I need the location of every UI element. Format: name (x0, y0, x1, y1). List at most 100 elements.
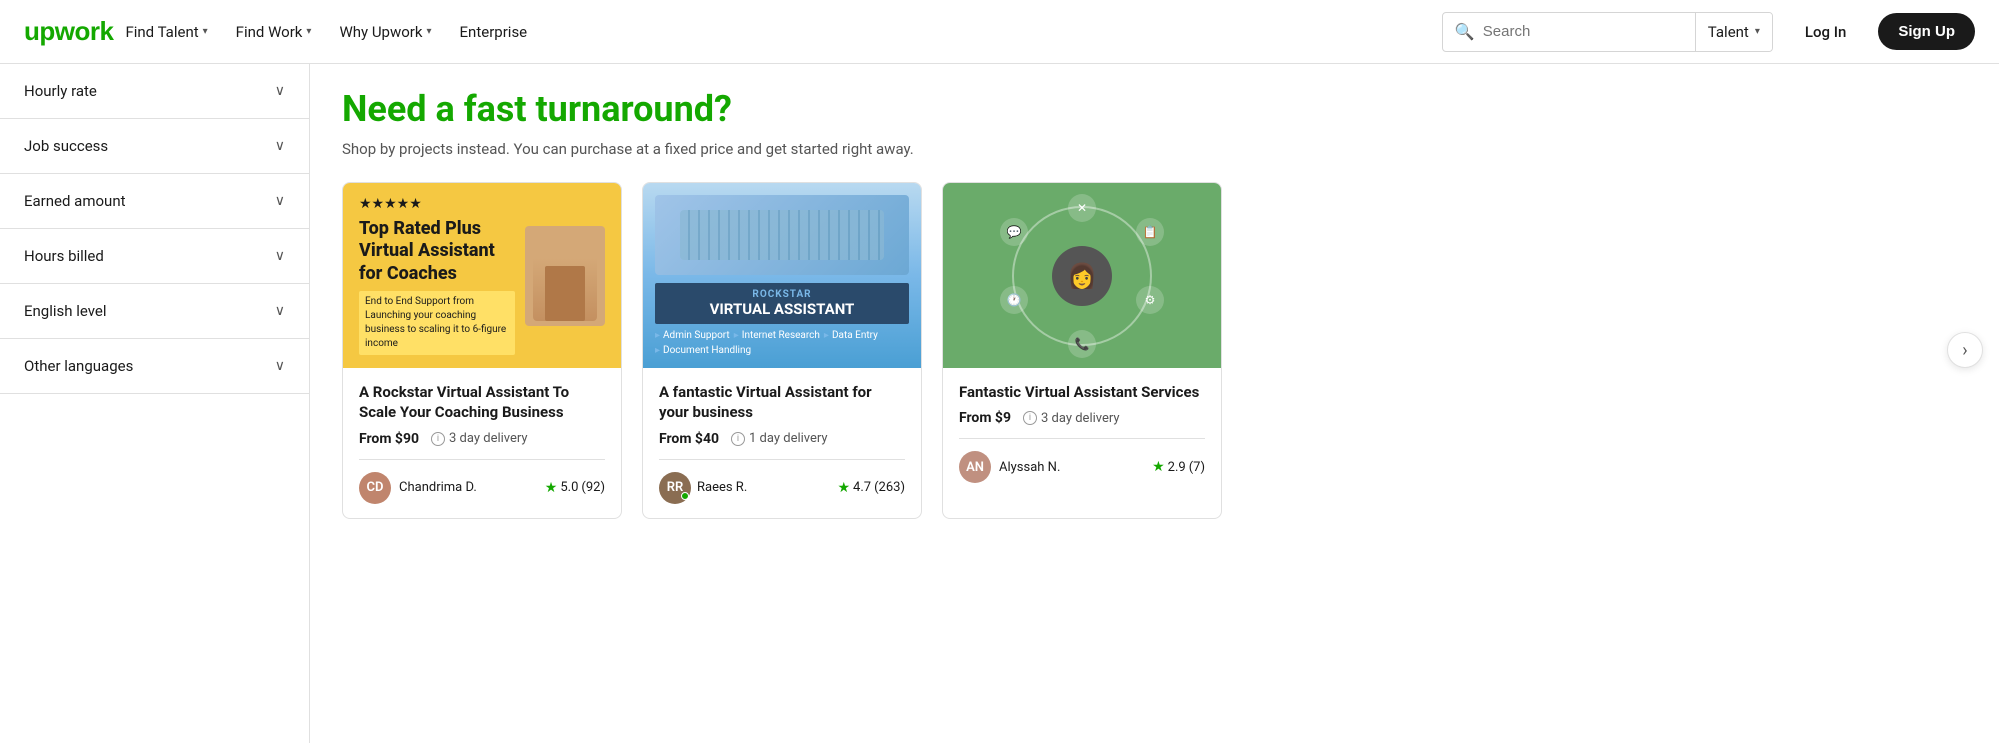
rating-1: ★ 5.0 (92) (545, 480, 605, 496)
nav-why-upwork[interactable]: Why Upwork ▾ (327, 15, 443, 49)
project-card-2[interactable]: Rockstar VIRTUAL ASSISTANT ▸Admin Suppor… (642, 182, 922, 519)
card1-title: Top Rated Plus Virtual Assistant for Coa… (359, 218, 515, 286)
tag-data: ▸Data Entry (824, 330, 878, 341)
project-card-3[interactable]: 👩 ✕ 📋 ⚙ 📞 🕐 💬 Fantastic Virtual Assistan… (942, 182, 1222, 519)
card-delivery-2: i 1 day delivery (731, 431, 828, 446)
card-price-3: From $9 (959, 410, 1011, 426)
nav-find-work[interactable]: Find Work ▾ (224, 15, 324, 49)
search-icon: 🔍 (1455, 22, 1475, 41)
center-person: 👩 (1052, 246, 1112, 306)
orbit-icon-3: ⚙ (1136, 286, 1164, 314)
chevron-down-icon: ∨ (275, 358, 285, 374)
main-nav: Find Talent ▾ Find Work ▾ Why Upwork ▾ E… (113, 15, 1441, 49)
card-price-1: From $90 (359, 431, 419, 447)
freelancer-name-1: Chandrima D. (399, 480, 537, 495)
nav-find-talent[interactable]: Find Talent ▾ (113, 15, 219, 49)
card2-badge-title: VIRTUAL ASSISTANT (667, 300, 897, 318)
freelancer-name-2: Raees R. (697, 480, 829, 495)
avatar-wrap-2: RR (659, 472, 689, 504)
promo-title: Need a fast turnaround? (342, 88, 1967, 130)
chevron-down-icon: ▾ (1755, 26, 1760, 37)
filter-other-languages[interactable]: Other languages ∨ (0, 339, 309, 394)
card2-badge-sub: Rockstar (667, 289, 897, 300)
chevron-down-icon: ∨ (275, 83, 285, 99)
sidebar: Hourly rate ∨ Job success ∨ Earned amoun… (0, 64, 310, 743)
header: upwork Find Talent ▾ Find Work ▾ Why Upw… (0, 0, 1999, 64)
tag-admin: ▸Admin Support (655, 330, 730, 341)
filter-hours-billed[interactable]: Hours billed ∨ (0, 229, 309, 284)
avatar-3: AN (959, 451, 991, 483)
promo-subtitle: Shop by projects instead. You can purcha… (342, 140, 1967, 158)
star-icon: ★ (1152, 459, 1165, 475)
chevron-down-icon: ▾ (306, 26, 311, 37)
card-price-row-2: From $40 i 1 day delivery (659, 431, 905, 447)
card1-photo (525, 226, 605, 326)
avatar-wrap-1: CD (359, 472, 391, 504)
filter-english-level[interactable]: English level ∨ (0, 284, 309, 339)
keyboard-image (680, 210, 883, 260)
search-input[interactable] (1483, 23, 1683, 40)
cards-row: ★★★★★ Top Rated Plus Virtual Assistant f… (342, 182, 1967, 519)
card-image-2: Rockstar VIRTUAL ASSISTANT ▸Admin Suppor… (643, 183, 921, 368)
card-body-1: A Rockstar Virtual Assistant To Scale Yo… (343, 368, 621, 518)
chevron-down-icon: ∨ (275, 303, 285, 319)
avatar-wrap-3: AN (959, 451, 991, 483)
main-layout: Hourly rate ∨ Job success ∨ Earned amoun… (0, 64, 1999, 743)
online-indicator (681, 492, 689, 500)
chevron-down-icon: ▾ (203, 26, 208, 37)
logo[interactable]: upwork (24, 16, 113, 47)
search-bar: 🔍 Talent ▾ (1442, 12, 1773, 52)
orbit-icon-2: 📋 (1136, 218, 1164, 246)
card-title-1: A Rockstar Virtual Assistant To Scale Yo… (359, 382, 605, 423)
card-title-2: A fantastic Virtual Assistant for your b… (659, 382, 905, 423)
card-price-row-3: From $9 i 3 day delivery (959, 410, 1205, 426)
signup-button[interactable]: Sign Up (1878, 13, 1975, 50)
info-icon: i (431, 432, 445, 446)
info-icon: i (731, 432, 745, 446)
project-card-1[interactable]: ★★★★★ Top Rated Plus Virtual Assistant f… (342, 182, 622, 519)
login-button[interactable]: Log In (1789, 15, 1862, 49)
carousel-next-button[interactable]: › (1947, 332, 1983, 368)
chevron-down-icon: ∨ (275, 138, 285, 154)
card2-badge: Rockstar VIRTUAL ASSISTANT (655, 283, 909, 324)
card1-subtitle: End to End Support from Launching your c… (359, 291, 515, 355)
card2-tags: ▸Admin Support ▸Internet Research ▸Data … (655, 330, 909, 356)
orbit-icon-6: 💬 (1000, 218, 1028, 246)
card2-laptop (655, 195, 909, 275)
card-delivery-1: i 3 day delivery (431, 431, 528, 446)
chevron-down-icon: ▾ (427, 26, 432, 37)
freelancer-name-3: Alyssah N. (999, 460, 1144, 475)
card1-stars: ★★★★★ (359, 196, 515, 212)
orbit-icon-1: ✕ (1068, 194, 1096, 222)
card-delivery-3: i 3 day delivery (1023, 411, 1120, 426)
search-input-wrap: 🔍 (1443, 22, 1695, 41)
card-image-1: ★★★★★ Top Rated Plus Virtual Assistant f… (343, 183, 621, 368)
card-body-2: A fantastic Virtual Assistant for your b… (643, 368, 921, 518)
orbit-icon-5: 🕐 (1000, 286, 1028, 314)
card-body-3: Fantastic Virtual Assistant Services Fro… (943, 368, 1221, 497)
card-price-row-1: From $90 i 3 day delivery (359, 431, 605, 447)
nav-enterprise[interactable]: Enterprise (448, 15, 540, 49)
chevron-right-icon: › (1962, 340, 1967, 361)
filter-earned-amount[interactable]: Earned amount ∨ (0, 174, 309, 229)
card1-text: ★★★★★ Top Rated Plus Virtual Assistant f… (359, 196, 515, 356)
card-price-2: From $40 (659, 431, 719, 447)
orbit-icon-4: 📞 (1068, 330, 1096, 358)
main-content: Need a fast turnaround? Shop by projects… (310, 64, 1999, 743)
card-image-3: 👩 ✕ 📋 ⚙ 📞 🕐 💬 (943, 183, 1221, 368)
filter-hourly-rate[interactable]: Hourly rate ∨ (0, 64, 309, 119)
info-icon: i (1023, 411, 1037, 425)
card-footer-3: AN Alyssah N. ★ 2.9 (7) (959, 438, 1205, 483)
avatar-1: CD (359, 472, 391, 504)
rating-3: ★ 2.9 (7) (1152, 459, 1205, 475)
talent-dropdown[interactable]: Talent ▾ (1696, 13, 1772, 51)
card-footer-1: CD Chandrima D. ★ 5.0 (92) (359, 459, 605, 504)
filter-job-success[interactable]: Job success ∨ (0, 119, 309, 174)
header-right: 🔍 Talent ▾ Log In Sign Up (1442, 12, 1975, 52)
star-icon: ★ (837, 480, 850, 496)
star-icon: ★ (545, 480, 558, 496)
tag-internet: ▸Internet Research (734, 330, 820, 341)
tag-doc: ▸Document Handling (655, 345, 751, 356)
circle-diagram: 👩 ✕ 📋 ⚙ 📞 🕐 💬 (1012, 206, 1152, 346)
chevron-down-icon: ∨ (275, 248, 285, 264)
